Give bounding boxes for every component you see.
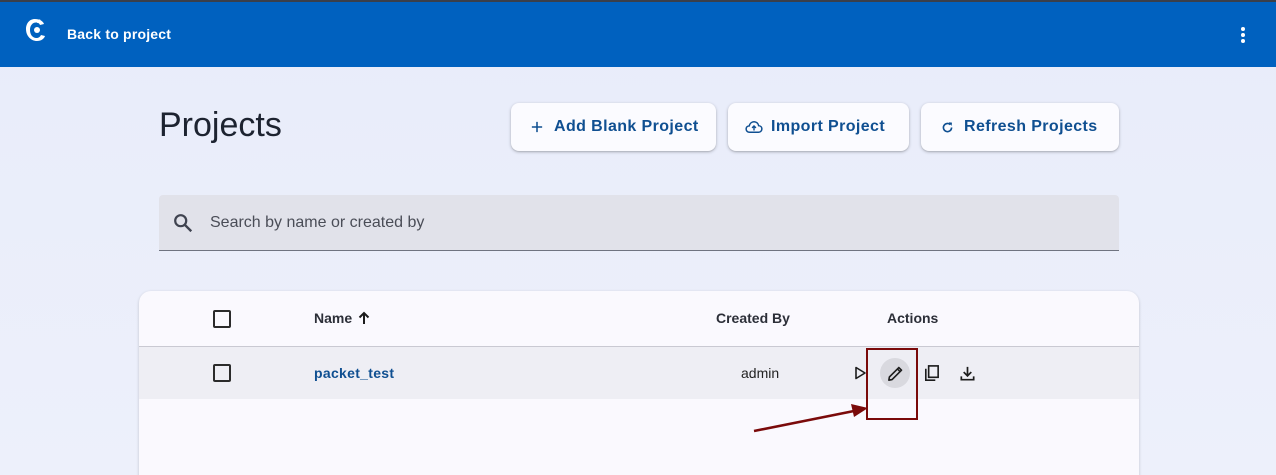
- table-header: Name Created By Actions: [139, 291, 1139, 347]
- page: Back to project Projects Add Blank Proje…: [0, 0, 1276, 475]
- app-bar: Back to project: [0, 0, 1276, 67]
- app-logo-icon[interactable]: [23, 17, 47, 45]
- column-header-name[interactable]: Name: [314, 310, 371, 326]
- search-input[interactable]: [210, 209, 1090, 237]
- edit-icon[interactable]: [880, 358, 910, 388]
- search-field[interactable]: [159, 195, 1119, 251]
- select-all-checkbox[interactable]: [213, 310, 231, 328]
- page-title: Projects: [159, 106, 282, 144]
- column-header-name-label: Name: [314, 310, 353, 326]
- column-header-actions: Actions: [887, 310, 939, 326]
- refresh-projects-button[interactable]: Refresh Projects: [921, 103, 1119, 151]
- add-blank-project-label: Add Blank Project: [554, 118, 699, 135]
- import-project-label: Import Project: [771, 118, 886, 135]
- cloud-upload-icon: [745, 118, 763, 136]
- play-icon[interactable]: [845, 358, 875, 388]
- download-icon[interactable]: [952, 358, 982, 388]
- copy-icon[interactable]: [916, 358, 946, 388]
- arrow-up-icon: [358, 311, 370, 324]
- table-row[interactable]: packet_test admin: [139, 347, 1139, 399]
- project-name-link[interactable]: packet_test: [314, 365, 394, 381]
- refresh-icon: [938, 118, 956, 136]
- row-checkbox[interactable]: [213, 364, 231, 382]
- back-to-project-link[interactable]: Back to project: [67, 26, 171, 42]
- refresh-projects-label: Refresh Projects: [964, 118, 1098, 135]
- plus-icon: [528, 118, 546, 136]
- add-blank-project-button[interactable]: Add Blank Project: [511, 103, 716, 151]
- column-header-created-by[interactable]: Created By: [716, 310, 790, 326]
- import-project-button[interactable]: Import Project: [728, 103, 909, 151]
- created-by-cell: admin: [741, 365, 780, 381]
- projects-table: Name Created By Actions packet_test admi…: [139, 291, 1139, 475]
- more-vert-icon[interactable]: [1232, 24, 1254, 46]
- search-icon: [174, 214, 193, 233]
